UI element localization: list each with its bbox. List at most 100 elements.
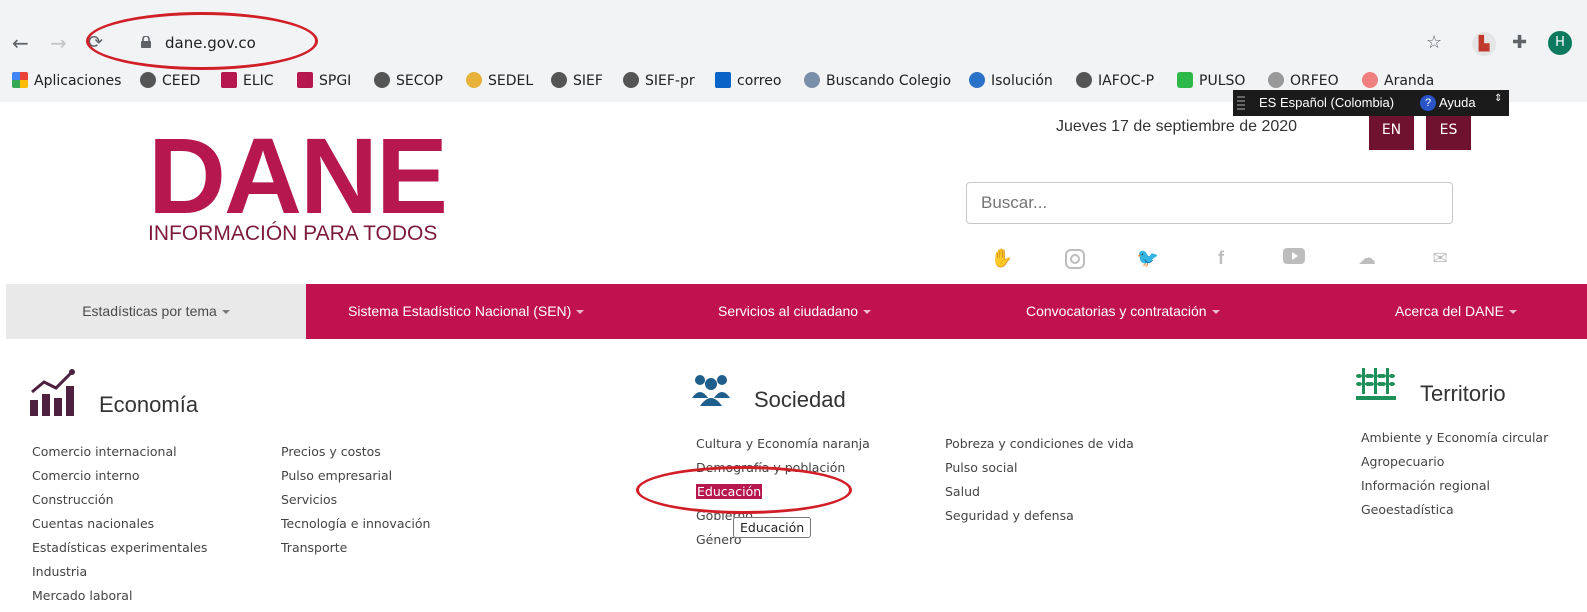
link-comercio-internacional[interactable]: Comercio internacional — [32, 444, 207, 468]
globe-icon — [623, 72, 639, 88]
crops-icon — [1356, 368, 1396, 400]
caret-down-icon — [221, 310, 230, 314]
bookmark-spgi[interactable]: SPGI — [297, 72, 351, 89]
link-tecnologia-innovacion[interactable]: Tecnología e innovación — [281, 516, 430, 540]
people-group-icon — [692, 375, 730, 406]
drag-handle-icon[interactable] — [1237, 96, 1245, 110]
outlook-icon — [715, 72, 731, 88]
language-indicator[interactable]: ES Español (Colombia) — [1259, 95, 1394, 110]
annotation-circle-educacion — [636, 466, 852, 514]
profile-avatar[interactable]: H — [1548, 31, 1572, 55]
hands-icon[interactable]: ✋ — [989, 248, 1015, 270]
link-pulso-social[interactable]: Pulso social — [945, 460, 1134, 484]
caret-down-icon — [1211, 310, 1220, 314]
category-title-economia: Economía — [99, 392, 199, 417]
tooltip: Educación — [733, 517, 812, 538]
bookmark-ceed[interactable]: CEED — [140, 72, 200, 89]
bookmark-apps[interactable]: Aplicaciones — [12, 72, 121, 89]
link-industria[interactable]: Industria — [32, 564, 207, 588]
economy-chart-icon — [30, 369, 75, 416]
instagram-icon[interactable] — [1062, 248, 1088, 270]
link-comercio-interno[interactable]: Comercio interno — [32, 468, 207, 492]
soundcloud-icon[interactable]: ☁ — [1354, 248, 1380, 270]
bookmark-pulso[interactable]: PULSO — [1177, 72, 1245, 89]
caret-down-icon — [576, 310, 585, 314]
link-construccion[interactable]: Construcción — [32, 492, 207, 516]
bookmark-sief[interactable]: SIEF — [551, 72, 603, 89]
search-input[interactable] — [966, 182, 1453, 224]
youtube-icon[interactable] — [1281, 248, 1307, 270]
economia-links-col1: Comercio internacional Comercio interno … — [32, 444, 207, 612]
windows-language-bar[interactable]: ES Español (Colombia) ? Ayuda ⇕ — [1233, 90, 1509, 116]
globe-icon — [140, 72, 156, 88]
bookmark-sedel[interactable]: SEDEL — [466, 72, 533, 89]
logo-word: DANE — [148, 115, 448, 236]
link-ambiente[interactable]: Ambiente y Economía circular — [1361, 430, 1548, 454]
menu-acerca-dane[interactable]: Acerca del DANE — [1395, 284, 1517, 339]
link-cultura-economia-naranja[interactable]: Cultura y Economía naranja — [696, 436, 870, 460]
bookmark-correo[interactable]: correo — [715, 72, 781, 89]
facebook-icon[interactable]: f — [1208, 248, 1234, 270]
check-icon — [969, 72, 985, 88]
economia-links-col2: Precios y costos Pulso empresarial Servi… — [281, 444, 430, 564]
orfeo-favicon-icon — [1268, 72, 1284, 88]
options-arrow-icon[interactable]: ⇕ — [1494, 93, 1502, 104]
address-bar[interactable] — [122, 28, 1462, 60]
menu-estadisticas-por-tema[interactable]: Estadísticas por tema — [6, 284, 306, 339]
current-date: Jueves 17 de septiembre de 2020 — [1056, 118, 1298, 135]
help-label[interactable]: Ayuda — [1439, 95, 1476, 110]
link-estadisticas-experimentales[interactable]: Estadísticas experimentales — [32, 540, 207, 564]
sedel-favicon-icon — [466, 72, 482, 88]
bookmark-sief-pr[interactable]: SIEF-pr — [623, 72, 695, 89]
bookmark-orfeo[interactable]: ORFEO — [1268, 72, 1339, 89]
caret-down-icon — [1508, 310, 1517, 314]
pdf-extension-icon[interactable]: ▙ — [1472, 32, 1496, 56]
extensions-icon[interactable]: ✚ — [1512, 32, 1527, 53]
lang-en-button[interactable]: EN — [1369, 110, 1414, 150]
menu-servicios-ciudadano[interactable]: Servicios al ciudadano — [718, 284, 872, 339]
bookmark-elic[interactable]: ELIC — [221, 72, 274, 89]
shield-icon — [804, 72, 820, 88]
link-pobreza[interactable]: Pobreza y condiciones de vida — [945, 436, 1134, 460]
category-title-sociedad: Sociedad — [754, 387, 846, 412]
link-precios-costos[interactable]: Precios y costos — [281, 444, 430, 468]
link-transporte[interactable]: Transporte — [281, 540, 430, 564]
aranda-favicon-icon — [1362, 72, 1378, 88]
category-title-territorio: Territorio — [1420, 381, 1506, 406]
bookmark-isolucion[interactable]: Isolución — [969, 72, 1053, 89]
help-icon: ? — [1420, 95, 1436, 111]
star-icon[interactable]: ☆ — [1426, 32, 1442, 53]
bookmark-aranda[interactable]: Aranda — [1362, 72, 1434, 89]
link-agropecuario[interactable]: Agropecuario — [1361, 454, 1548, 478]
link-seguridad-defensa[interactable]: Seguridad y defensa — [945, 508, 1134, 532]
mail-icon[interactable]: ✉ — [1427, 248, 1453, 270]
globe-icon — [1076, 72, 1092, 88]
forward-icon[interactable]: → — [50, 31, 67, 55]
link-salud[interactable]: Salud — [945, 484, 1134, 508]
link-servicios[interactable]: Servicios — [281, 492, 430, 516]
menu-sen[interactable]: Sistema Estadístico Nacional (SEN) — [348, 284, 585, 339]
territorio-links: Ambiente y Economía circular Agropecuari… — [1361, 430, 1548, 526]
back-icon[interactable]: ← — [12, 31, 29, 55]
apps-grid-icon — [12, 72, 28, 88]
link-mercado-laboral[interactable]: Mercado laboral — [32, 588, 207, 612]
bookmark-iafoc-p[interactable]: IAFOC-P — [1076, 72, 1154, 89]
menu-convocatorias[interactable]: Convocatorias y contratación — [1026, 284, 1220, 339]
globe-icon — [374, 72, 390, 88]
lang-es-button[interactable]: ES — [1426, 110, 1471, 150]
link-cuentas-nacionales[interactable]: Cuentas nacionales — [32, 516, 207, 540]
sociedad-links-col2: Pobreza y condiciones de vida Pulso soci… — [945, 436, 1134, 532]
twitter-icon[interactable]: 🐦 — [1135, 248, 1161, 270]
main-menu: Estadísticas por tema Sistema Estadístic… — [6, 284, 1587, 339]
dane-logo[interactable]: DANE INFORMACIÓN PARA TODOS — [148, 115, 448, 246]
logo-tagline: INFORMACIÓN PARA TODOS — [148, 222, 438, 245]
dane-favicon-icon — [297, 72, 313, 88]
globe-icon — [551, 72, 567, 88]
bookmark-buscando-colegio[interactable]: Buscando Colegio — [804, 72, 951, 89]
link-pulso-empresarial[interactable]: Pulso empresarial — [281, 468, 430, 492]
annotation-circle-url — [86, 12, 318, 70]
bookmark-secop[interactable]: SECOP — [374, 72, 443, 89]
link-geoestadistica[interactable]: Geoestadística — [1361, 502, 1548, 526]
link-informacion-regional[interactable]: Información regional — [1361, 478, 1548, 502]
h-favicon-icon — [1177, 72, 1193, 88]
